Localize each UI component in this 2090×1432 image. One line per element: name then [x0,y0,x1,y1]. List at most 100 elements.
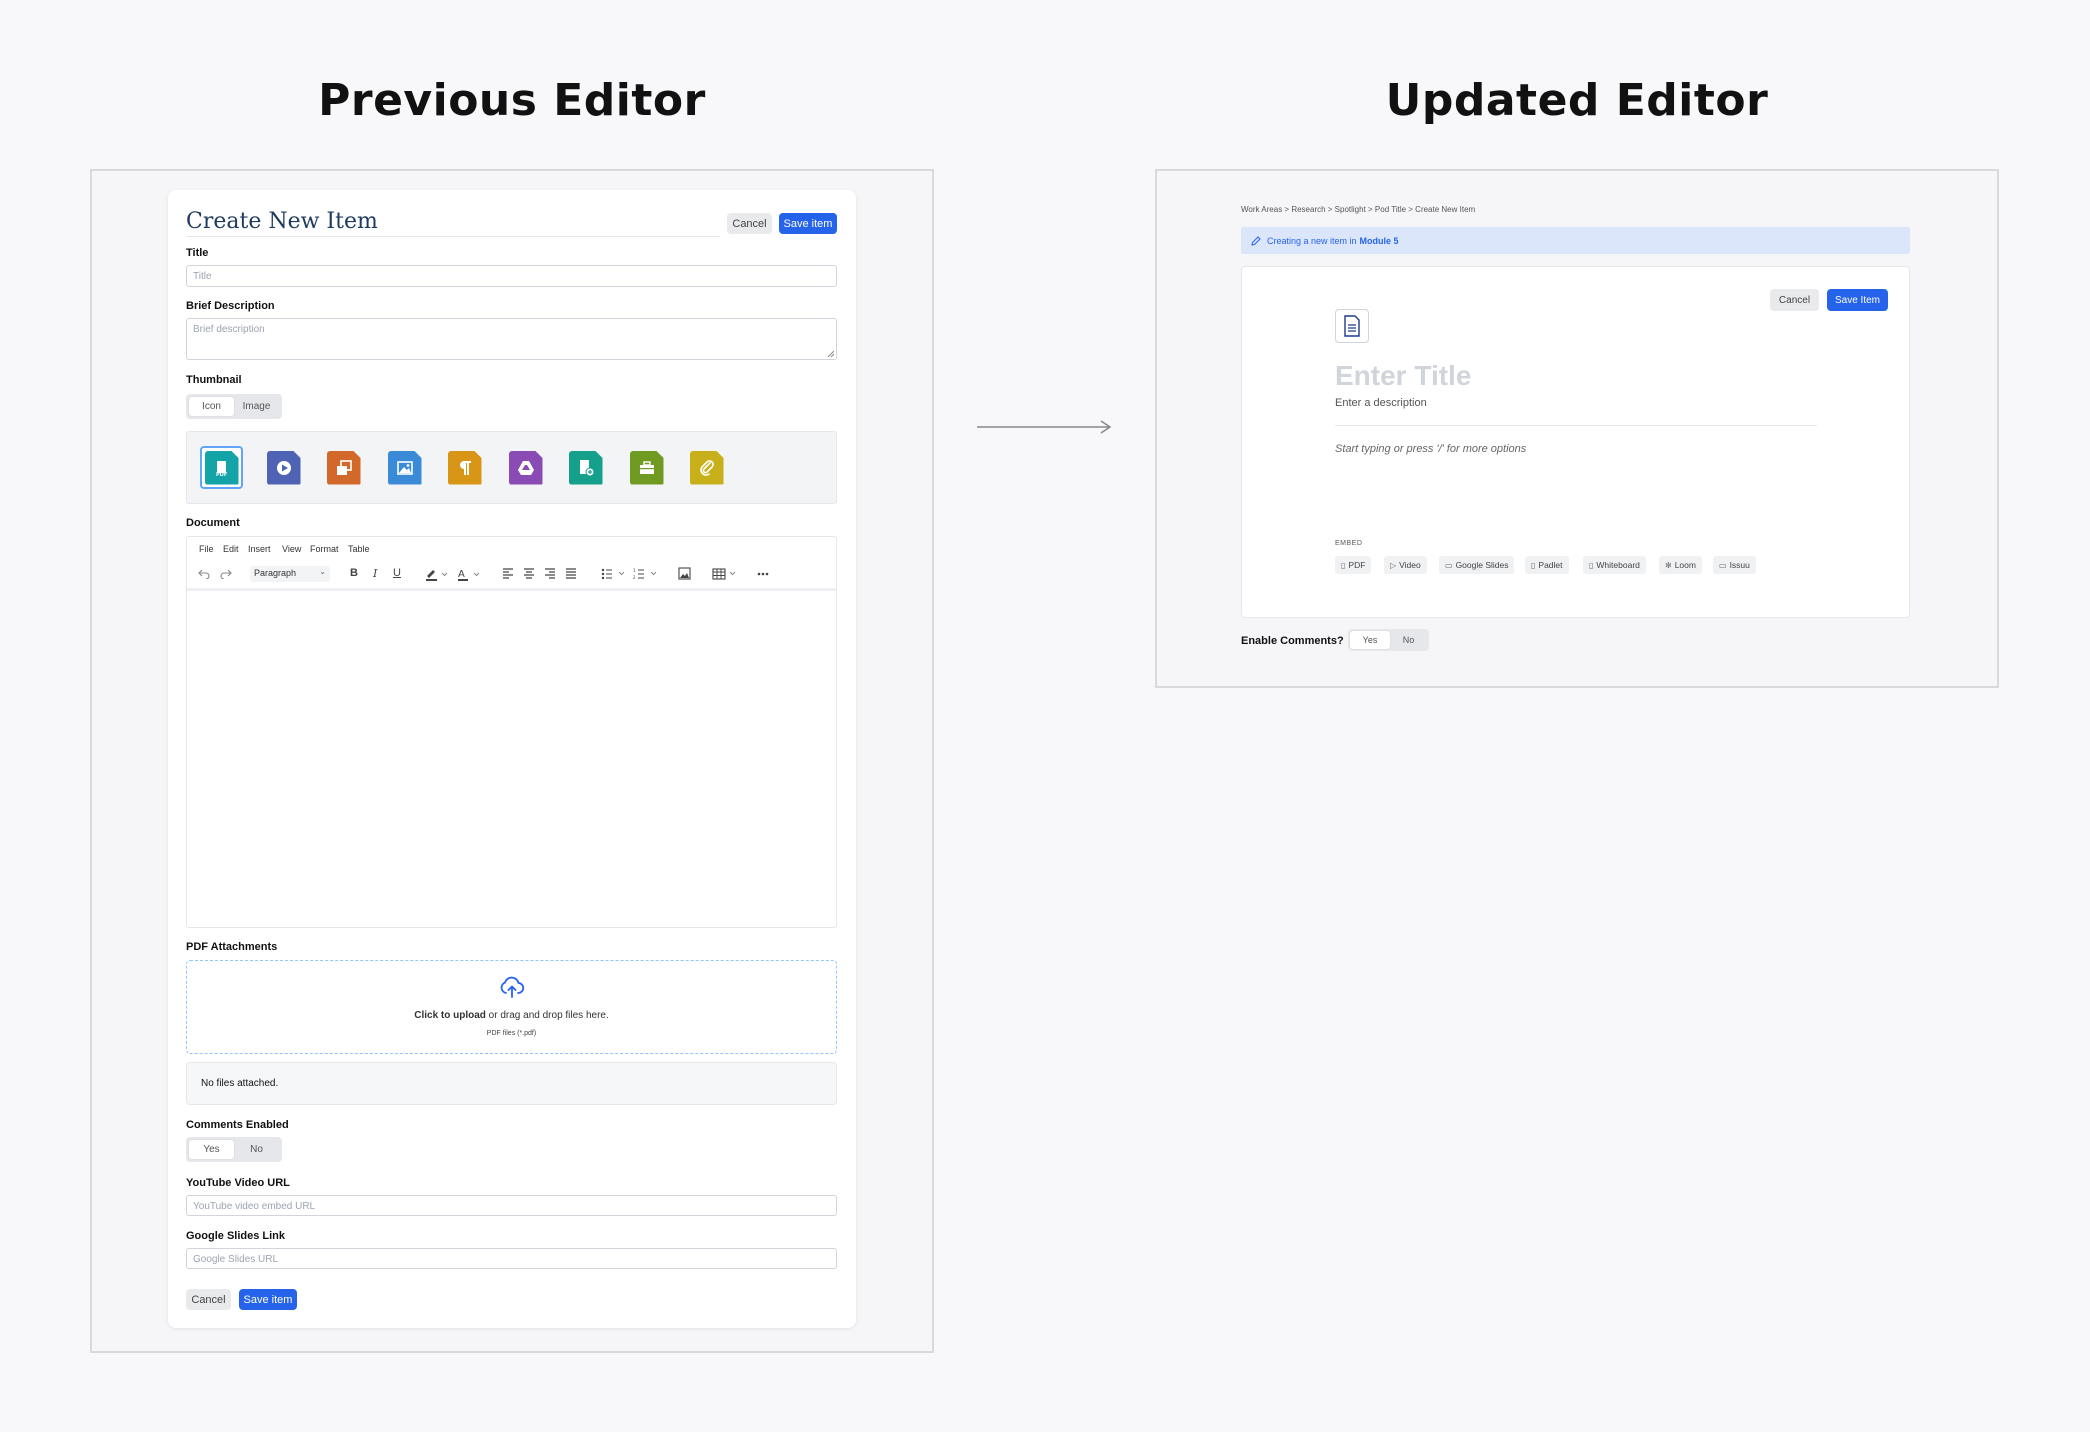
enable-comments-label: Enable Comments? [1241,635,1344,647]
paragraph-select[interactable]: Paragraph ⌄ [250,566,330,582]
rich-text-editor[interactable] [186,536,837,928]
pdf-icon: PDF [204,450,239,485]
more-options-icon[interactable] [757,572,769,576]
menu-file[interactable]: File [199,544,214,554]
banner-text: Creating a new item in [1267,235,1357,246]
arrow-right-icon [977,420,1112,434]
icon-option-slides[interactable] [322,446,365,489]
menu-table[interactable]: Table [348,544,370,554]
bullet-list-icon[interactable] [601,567,627,580]
embed-loom-label: Loom [1674,560,1696,570]
embed-pdf-button[interactable]: ▯ PDF [1335,556,1372,574]
video-icon [266,450,301,485]
embed-video-button[interactable]: ▷ Video [1384,556,1427,574]
comments-yes-option[interactable]: Yes [189,1140,234,1159]
menu-insert[interactable]: Insert [248,544,271,554]
align-left-icon[interactable] [502,568,514,579]
menu-edit[interactable]: Edit [223,544,239,554]
google-slides-label: Google Slides Link [186,1230,286,1242]
icon-option-video[interactable] [262,446,305,489]
bold-icon[interactable]: B [350,565,358,581]
undo-icon[interactable] [198,568,210,579]
embed-issuu-label: Issuu [1729,560,1750,570]
title-input[interactable]: Title [186,265,837,287]
youtube-url-label: YouTube Video URL [186,1177,290,1189]
upload-instructions-text: or drag and drop files here. [485,1010,609,1021]
align-justify-icon[interactable] [565,568,577,579]
icon-option-paragraph[interactable] [443,446,486,489]
icon-option-add-file[interactable] [564,446,607,489]
highlight-color-icon[interactable] [425,567,449,581]
document-label: Document [186,517,240,529]
resize-handle-icon[interactable] [827,350,834,357]
cancel-button[interactable]: Cancel [727,213,772,234]
save-item-button[interactable]: Save Item [1827,289,1888,311]
brief-description-label: Brief Description [186,300,275,312]
add-file-icon [568,450,603,485]
book-icon: ▭ [1719,560,1727,570]
menu-view[interactable]: View [282,544,301,554]
note-icon: ▯ [1531,560,1536,570]
thumbnail-icon-option[interactable]: Icon [189,397,234,416]
upload-hint: PDF files (*.pdf) [486,1030,537,1037]
embed-pdf-label: PDF [1348,560,1366,570]
title-input[interactable]: Enter Title [1335,360,1471,392]
numbered-list-icon[interactable]: 12 [633,567,659,580]
embed-issuu-button[interactable]: ▭ Issuu [1713,556,1756,574]
embed-padlet-button[interactable]: ▯ Padlet [1525,556,1569,574]
underline-icon[interactable]: U [393,565,401,581]
menu-format[interactable]: Format [310,544,339,554]
enable-comments-yes[interactable]: Yes [1350,631,1390,649]
align-center-icon[interactable] [523,568,535,579]
breadcrumb[interactable]: Work Areas > Research > Spotlight > Pod … [1241,205,1475,214]
embed-loom-button[interactable]: ✻ Loom [1659,556,1702,574]
brief-description-placeholder: Brief description [193,324,265,335]
title-label: Title [186,247,209,259]
text-color-icon[interactable]: A [457,567,481,581]
comments-no-option[interactable]: No [234,1140,279,1159]
cancel-button[interactable]: Cancel [1770,289,1819,311]
icon-option-drive[interactable] [504,446,547,489]
body-editor[interactable]: Start typing or press '/' for more optio… [1335,443,1526,455]
google-slides-input[interactable]: Google Slides URL [186,1248,837,1269]
image-icon [387,450,422,485]
align-right-icon[interactable] [544,568,556,579]
title-divider [186,236,720,237]
embed-whiteboard-button[interactable]: ▯ Whiteboard [1583,556,1646,574]
slides-icon: ▭ [1445,560,1453,570]
svg-text:A: A [458,569,465,580]
bottom-cancel-button[interactable]: Cancel [186,1289,231,1310]
italic-icon[interactable]: I [373,565,377,581]
icon-option-toolbox[interactable] [625,446,668,489]
document-icon[interactable] [1335,309,1369,343]
brief-description-textarea[interactable]: Brief description [186,318,837,360]
save-item-button[interactable]: Save item [779,213,837,234]
file-dropzone[interactable] [186,960,837,1054]
drive-icon [508,450,543,485]
embed-google-slides-button[interactable]: ▭ Google Slides [1439,556,1515,574]
insert-image-icon[interactable] [678,567,691,580]
context-banner: Creating a new item in Module 5 [1241,227,1910,254]
thumbnail-toggle: Icon Image [186,394,282,419]
enable-comments-no[interactable]: No [1390,631,1427,649]
embed-whiteboard-label: Whiteboard [1596,560,1640,570]
comments-enabled-label: Comments Enabled [186,1119,289,1131]
redo-icon[interactable] [220,568,232,579]
thumbnail-image-option[interactable]: Image [234,397,279,416]
youtube-url-input[interactable]: YouTube video embed URL [186,1195,837,1216]
svg-text:PDF: PDF [216,472,227,478]
attached-files-list: No files attached. [186,1062,837,1105]
module-link[interactable]: Module 5 [1360,236,1399,246]
page-title: Create New Item [186,209,378,234]
paragraph-select-value: Paragraph [254,568,297,578]
bottom-save-item-button[interactable]: Save item [239,1289,297,1310]
icon-option-pdf[interactable]: PDF [200,446,243,489]
icon-option-attachment[interactable] [685,446,728,489]
click-to-upload-link[interactable]: Click to upload [414,1010,486,1021]
upload-instructions: Click to upload or drag and drop files h… [186,1010,837,1021]
svg-text:2: 2 [633,575,636,580]
comments-toggle: Yes No [186,1137,282,1162]
insert-table-icon[interactable] [712,567,738,580]
description-input[interactable]: Enter a description [1335,397,1427,409]
icon-option-image[interactable] [383,446,426,489]
